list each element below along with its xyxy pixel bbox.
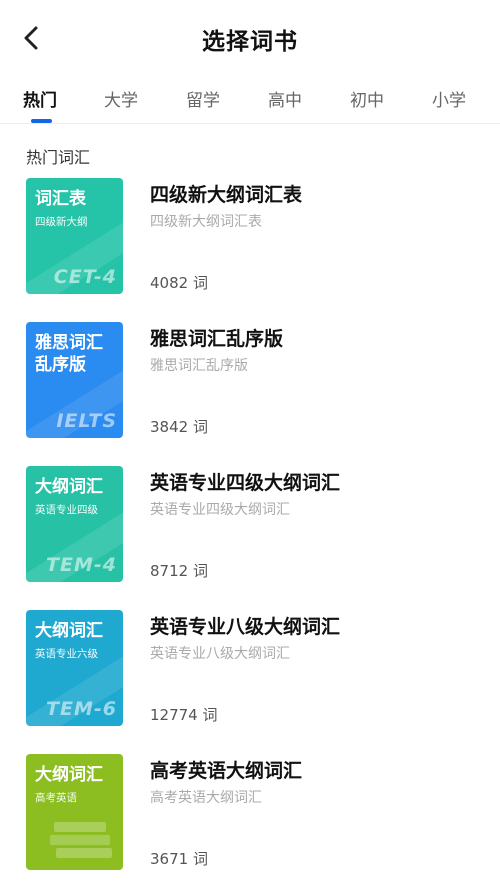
- word-count: 12774 词: [150, 706, 218, 724]
- book-description: 英语专业八级大纲词汇: [150, 646, 290, 662]
- word-count: 3671 词: [150, 850, 208, 868]
- book-name: 英语专业八级大纲词汇: [150, 616, 341, 638]
- word-count: 4082 词: [150, 274, 208, 292]
- page-title: 选择词书: [202, 29, 298, 55]
- tab-primary-school[interactable]: 小学: [432, 86, 466, 111]
- cover-title: 大纲词汇: [35, 477, 103, 497]
- book-cover: 大纲词汇 高考英语: [26, 754, 123, 870]
- top-bar: 选择词书: [0, 0, 500, 78]
- book-description: 英语专业四级大纲词汇: [150, 502, 290, 518]
- book-cover: 雅思词汇乱序版 IELTS: [26, 322, 123, 438]
- book-item[interactable]: 大纲词汇 高考英语 高考英语大纲词汇 高考英语大纲词汇 3671 词: [0, 754, 500, 870]
- cover-code: TEM-4: [46, 554, 117, 576]
- tab-study-abroad[interactable]: 留学: [186, 86, 220, 111]
- cover-code: TEM-6: [46, 698, 117, 720]
- book-name: 英语专业四级大纲词汇: [150, 472, 341, 494]
- word-count: 8712 词: [150, 562, 208, 580]
- book-name: 高考英语大纲词汇: [150, 760, 303, 782]
- book-item[interactable]: 词汇表 四级新大纲 CET-4 四级新大纲词汇表 四级新大纲词汇表 4082 词: [0, 178, 500, 294]
- cover-subtitle: 英语专业四级: [35, 504, 98, 516]
- book-description: 四级新大纲词汇表: [150, 214, 262, 230]
- cover-title: 大纲词汇: [35, 765, 103, 785]
- cover-title: 词汇表: [35, 189, 86, 209]
- book-description: 高考英语大纲词汇: [150, 790, 262, 806]
- book-description: 雅思词汇乱序版: [150, 358, 248, 374]
- cover-title: 雅思词汇乱序版: [35, 333, 103, 375]
- book-name: 四级新大纲词汇表: [150, 184, 303, 206]
- book-cover: 大纲词汇 英语专业四级 TEM-4: [26, 466, 123, 582]
- book-item[interactable]: 雅思词汇乱序版 IELTS 雅思词汇乱序版 雅思词汇乱序版 3842 词: [0, 322, 500, 438]
- cover-title: 大纲词汇: [35, 621, 103, 641]
- section-title: 热门词汇: [26, 148, 91, 167]
- cover-subtitle: 四级新大纲: [35, 216, 88, 228]
- book-item[interactable]: 大纲词汇 英语专业四级 TEM-4 英语专业四级大纲词汇 英语专业四级大纲词汇 …: [0, 466, 500, 582]
- tab-university[interactable]: 大学: [104, 86, 138, 111]
- books-stack-icon: [50, 822, 112, 858]
- book-cover: 词汇表 四级新大纲 CET-4: [26, 178, 123, 294]
- book-name: 雅思词汇乱序版: [150, 328, 284, 350]
- tab-high-school[interactable]: 高中: [268, 86, 302, 111]
- tab-middle-school[interactable]: 初中: [350, 86, 384, 111]
- cover-code: IELTS: [56, 410, 117, 432]
- category-tabs: 热门 大学 留学 高中 初中 小学: [0, 78, 500, 124]
- cover-subtitle: 高考英语: [35, 792, 77, 804]
- cover-subtitle: 英语专业六级: [35, 648, 98, 660]
- word-count: 3842 词: [150, 418, 208, 436]
- tab-hot[interactable]: 热门: [23, 86, 57, 111]
- cover-code: CET-4: [53, 266, 117, 288]
- book-item[interactable]: 大纲词汇 英语专业六级 TEM-6 英语专业八级大纲词汇 英语专业八级大纲词汇 …: [0, 610, 500, 726]
- book-cover: 大纲词汇 英语专业六级 TEM-6: [26, 610, 123, 726]
- active-tab-indicator: [31, 119, 52, 123]
